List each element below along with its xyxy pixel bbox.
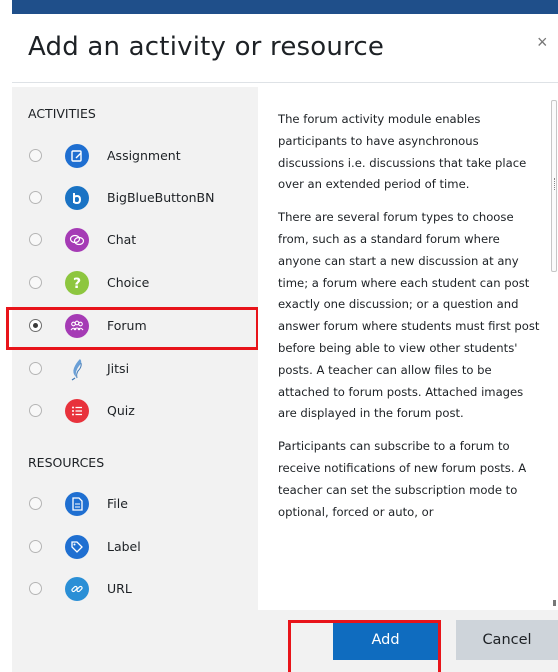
forum-highlight-box (6, 307, 259, 350)
module-description: The forum activity module enables partic… (278, 109, 540, 534)
option-label: Jitsi (107, 361, 130, 376)
bigbluebuttonbn-radio[interactable] (29, 191, 42, 204)
bigbluebutton-icon (65, 186, 89, 210)
option-label: BigBlueButtonBN (107, 190, 215, 205)
option-choice[interactable]: ? Choice (12, 262, 258, 304)
option-label-resource[interactable]: Label (12, 526, 258, 568)
option-bigbluebuttonbn[interactable]: BigBlueButtonBN (12, 177, 258, 219)
dialog-title: Add an activity or resource (28, 32, 385, 62)
header-divider (12, 82, 558, 83)
option-label: Choice (107, 275, 150, 290)
choice-icon: ? (65, 271, 89, 295)
add-highlight-box (288, 620, 441, 672)
chat-radio[interactable] (29, 233, 42, 246)
description-paragraph: There are several forum types to choose … (278, 210, 540, 421)
option-label: Chat (107, 232, 137, 247)
option-quiz[interactable]: Quiz (12, 390, 258, 432)
jitsi-icon (65, 357, 89, 381)
resources-heading: RESOURCES (28, 455, 105, 470)
svg-text:?: ? (73, 276, 81, 291)
scrollbar-down-arrow[interactable] (553, 600, 556, 606)
option-label: Assignment (107, 148, 181, 163)
chat-icon (65, 228, 89, 252)
page-top-bar (12, 0, 558, 14)
description-paragraph: The forum activity module enables partic… (278, 112, 527, 192)
module-description-panel[interactable]: The forum activity module enables partic… (258, 87, 558, 610)
file-icon (65, 492, 89, 516)
option-jitsi[interactable]: Jitsi (12, 348, 258, 390)
assignment-radio[interactable] (29, 149, 42, 162)
label-icon (65, 535, 89, 559)
url-icon (65, 577, 89, 601)
jitsi-radio[interactable] (29, 362, 42, 375)
cancel-button[interactable]: Cancel (456, 620, 558, 660)
option-label: Quiz (107, 403, 135, 418)
quiz-radio[interactable] (29, 404, 42, 417)
option-label: File (107, 496, 128, 511)
url-radio[interactable] (29, 582, 42, 595)
option-file[interactable]: File (12, 483, 258, 525)
option-label: URL (107, 581, 132, 596)
activities-heading: ACTIVITIES (28, 106, 96, 121)
close-icon[interactable]: × (537, 32, 548, 52)
choice-radio[interactable] (29, 276, 42, 289)
assignment-icon (65, 144, 89, 168)
option-assignment[interactable]: Assignment (12, 135, 258, 177)
option-chat[interactable]: Chat (12, 219, 258, 261)
scrollbar-grip (554, 178, 556, 190)
option-label: Label (107, 539, 141, 554)
file-radio[interactable] (29, 497, 42, 510)
option-url[interactable]: URL (12, 568, 258, 610)
quiz-icon (65, 399, 89, 423)
description-paragraph: Participants can subscribe to a forum to… (278, 439, 527, 519)
label-radio[interactable] (29, 540, 42, 553)
